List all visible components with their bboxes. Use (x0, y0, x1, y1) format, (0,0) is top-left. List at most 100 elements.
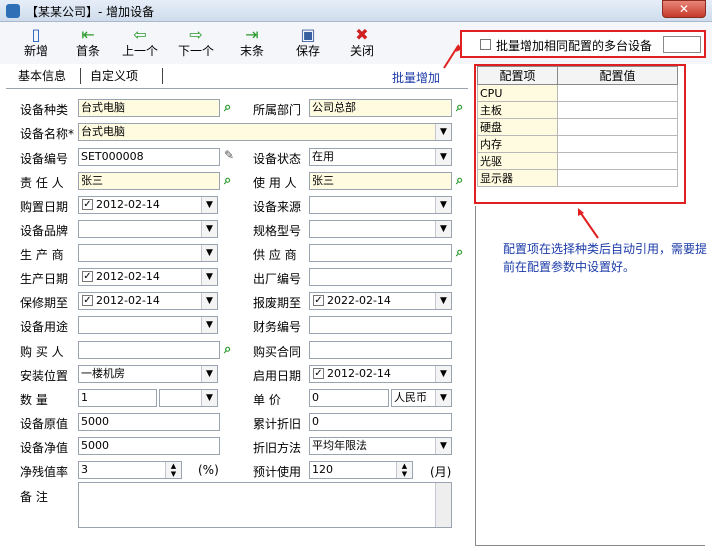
config-header-row: 配置项 配置值 (477, 66, 678, 85)
start-date-checkbox[interactable]: ✓ (313, 368, 324, 379)
table-row[interactable]: 内存 (477, 135, 678, 153)
usage-label: 设备用途 (20, 320, 69, 334)
qty-input[interactable]: 1 (78, 389, 157, 407)
start-date-label: 启用日期 (253, 369, 302, 383)
user-input[interactable]: 张三 (309, 172, 452, 190)
remark-label: 备 注 (20, 490, 48, 504)
chevron-down-icon[interactable]: ▼ (201, 221, 217, 237)
source-label: 设备来源 (253, 200, 302, 214)
chevron-down-icon[interactable]: ▼ (201, 197, 217, 213)
tab-basic-info[interactable]: 基本信息 (12, 66, 76, 88)
eraser-icon[interactable]: ✎ (224, 148, 234, 162)
purchase-date-checkbox[interactable]: ✓ (82, 199, 93, 210)
currency-select[interactable]: 人民币 ▼ (391, 389, 452, 407)
table-row[interactable]: 主板 (477, 101, 678, 119)
net-value-input[interactable]: 5000 (78, 437, 220, 455)
tab-custom-fields[interactable]: 自定义项 (84, 66, 158, 88)
source-select[interactable]: ▼ (309, 196, 452, 214)
orig-value-label: 设备原值 (20, 417, 69, 431)
table-row[interactable]: 光驱 (477, 152, 678, 170)
chevron-down-icon[interactable]: ▼ (435, 197, 451, 213)
expected-use-label: 预计使用 (253, 465, 302, 479)
device-no-input[interactable]: SET000008 (78, 148, 220, 166)
contract-input[interactable] (309, 341, 452, 359)
spinner-arrows-icon[interactable]: ▲ ▼ (396, 462, 412, 478)
chevron-down-icon[interactable]: ▼ (201, 317, 217, 333)
table-row[interactable]: 显示器 (477, 169, 678, 187)
location-label: 安装位置 (20, 369, 69, 383)
unit-price-input[interactable]: 0 (309, 389, 389, 407)
config-panel-border (475, 545, 705, 546)
expected-use-spinner[interactable]: 120 ▲ ▼ (309, 461, 413, 479)
scrap-label: 报废期至 (253, 296, 302, 310)
supplier-search-icon[interactable]: ⌕ (456, 246, 470, 260)
finance-no-label: 财务编号 (253, 320, 302, 334)
chevron-down-icon[interactable]: ▼ (201, 245, 217, 261)
device-type-input[interactable]: 台式电脑 (78, 99, 220, 117)
depr-method-select[interactable]: 平均年限法 ▼ (309, 437, 452, 455)
device-no-label: 设备编号 (20, 152, 69, 166)
config-header-value: 配置值 (557, 66, 678, 85)
model-label: 规格型号 (253, 224, 302, 238)
user-search-icon[interactable]: ⌕ (456, 174, 470, 188)
status-select[interactable]: 在用 ▼ (309, 148, 452, 166)
scrap-date-picker[interactable]: ✓ 2022-02-14 ▼ (309, 292, 452, 310)
chevron-down-icon[interactable]: ▼ (435, 293, 451, 309)
brand-select[interactable]: ▼ (78, 220, 218, 238)
department-search-icon[interactable]: ⌕ (456, 101, 470, 115)
depr-method-label: 折旧方法 (253, 441, 302, 455)
production-date-checkbox[interactable]: ✓ (82, 271, 93, 282)
remark-scrollbar[interactable] (435, 483, 451, 527)
residual-spinner[interactable]: 3 ▲ ▼ (78, 461, 182, 479)
chevron-down-icon[interactable]: ▼ (435, 438, 451, 454)
manufacturer-select[interactable]: ▼ (78, 244, 218, 262)
chevron-down-icon[interactable]: ▼ (435, 124, 451, 140)
usage-select[interactable]: ▼ (78, 316, 218, 334)
owner-search-icon[interactable]: ⌕ (224, 174, 238, 188)
finance-no-input[interactable] (309, 316, 452, 334)
acc-depr-label: 累计折旧 (253, 417, 302, 431)
chevron-down-icon[interactable]: ▼ (435, 221, 451, 237)
model-select[interactable]: ▼ (309, 220, 452, 238)
qty-label: 数 量 (20, 393, 48, 407)
chevron-down-icon[interactable]: ▼ (201, 366, 217, 382)
qty-unit-select[interactable]: ▼ (159, 389, 218, 407)
residual-unit: (%) (198, 463, 219, 477)
table-row[interactable]: 硬盘 (477, 118, 678, 136)
batch-add-link[interactable]: 批量增加 (392, 69, 440, 86)
config-panel-border (475, 206, 476, 546)
location-select[interactable]: 一楼机房 ▼ (78, 365, 218, 383)
chevron-down-icon[interactable]: ▼ (201, 269, 217, 285)
owner-input[interactable]: 张三 (78, 172, 220, 190)
table-row[interactable]: CPU (477, 84, 678, 102)
orig-value-input[interactable]: 5000 (78, 413, 220, 431)
warranty-label: 保修期至 (20, 296, 69, 310)
department-input[interactable]: 公司总部 (309, 99, 452, 117)
chevron-down-icon[interactable]: ▼ (201, 390, 217, 406)
manufacturer-label: 生 产 商 (20, 248, 64, 262)
factory-no-input[interactable] (309, 268, 452, 286)
remark-textarea[interactable] (78, 482, 452, 528)
spinner-arrows-icon[interactable]: ▲ ▼ (165, 462, 181, 478)
purchase-date-picker[interactable]: ✓ 2012-02-14 ▼ (78, 196, 218, 214)
chevron-down-icon[interactable]: ▼ (435, 149, 451, 165)
production-date-picker[interactable]: ✓ 2012-02-14 ▼ (78, 268, 218, 286)
device-name-input[interactable]: 台式电脑 ▼ (78, 123, 452, 141)
device-type-search-icon[interactable]: ⌕ (224, 101, 238, 115)
device-type-label: 设备种类 (20, 103, 69, 117)
scrap-checkbox[interactable]: ✓ (313, 295, 324, 306)
warranty-checkbox[interactable]: ✓ (82, 295, 93, 306)
expected-use-unit: (月) (430, 465, 452, 479)
buyer-search-icon[interactable]: ⌕ (224, 343, 238, 357)
purchase-date-label: 购置日期 (20, 200, 69, 214)
acc-depr-input[interactable]: 0 (309, 413, 452, 431)
chevron-down-icon[interactable]: ▼ (435, 366, 451, 382)
chevron-down-icon[interactable]: ▼ (435, 390, 451, 406)
config-table: 配置项 配置值 CPU 主板 硬盘 内存 光驱 显示器 (477, 66, 678, 187)
buyer-input[interactable] (78, 341, 220, 359)
supplier-input[interactable] (309, 244, 452, 262)
warranty-date-picker[interactable]: ✓ 2012-02-14 ▼ (78, 292, 218, 310)
buyer-label: 购 买 人 (20, 345, 64, 359)
chevron-down-icon[interactable]: ▼ (201, 293, 217, 309)
start-date-picker[interactable]: ✓ 2012-02-14 ▼ (309, 365, 452, 383)
